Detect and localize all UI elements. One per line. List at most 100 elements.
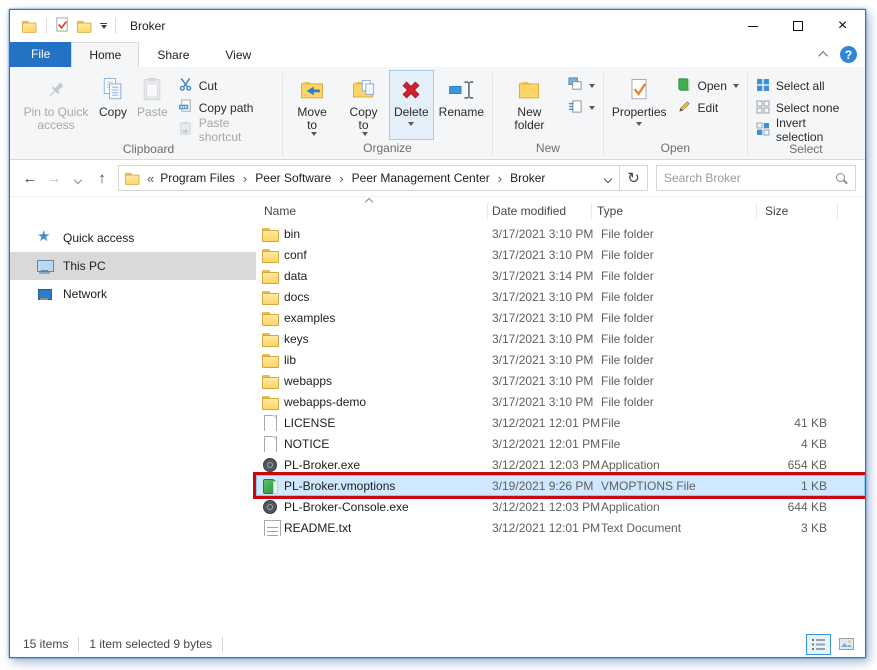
sidebar-item[interactable]: This PC <box>10 252 256 280</box>
recent-locations-dropdown[interactable] <box>66 170 90 187</box>
rename-button[interactable]: Rename <box>434 70 489 140</box>
move-to-button[interactable]: Move to <box>286 70 338 140</box>
breadcrumb-segment[interactable]: Broker <box>508 171 547 185</box>
file-row[interactable]: webapps 3/17/2021 3:10 PM File folder <box>256 370 865 391</box>
qat-properties-icon[interactable] <box>55 17 70 35</box>
file-row[interactable]: conf 3/17/2021 3:10 PM File folder <box>256 244 865 265</box>
file-type-icon <box>262 226 278 242</box>
file-row[interactable]: LICENSE 3/12/2021 12:01 PM File 41 KB <box>256 412 865 433</box>
file-type: VMOPTIONS File <box>592 479 757 493</box>
selection-info: 1 item selected 9 bytes <box>89 637 212 651</box>
column-header-name[interactable]: Name <box>256 203 488 220</box>
minimize-button[interactable] <box>730 10 775 42</box>
file-type: File folder <box>592 311 757 325</box>
collapse-ribbon-icon[interactable] <box>818 51 828 61</box>
new-folder-icon <box>515 73 543 106</box>
open-button[interactable]: Open <box>672 75 744 97</box>
ribbon-tab[interactable]: Share <box>139 42 207 67</box>
file-type-icon <box>262 289 278 305</box>
edit-button[interactable]: Edit <box>672 97 744 119</box>
group-label-open: Open <box>607 140 744 159</box>
file-row[interactable]: examples 3/17/2021 3:10 PM File folder <box>256 307 865 328</box>
copy-path-icon <box>178 99 193 117</box>
titlebar: Broker × <box>10 10 865 42</box>
paste-shortcut-button[interactable]: Paste shortcut <box>173 119 279 141</box>
properties-dropdown-icon <box>636 122 642 126</box>
select-all-button[interactable]: Select all <box>751 75 861 97</box>
file-row[interactable]: bin 3/17/2021 3:10 PM File folder <box>256 223 865 244</box>
file-row[interactable]: lib 3/17/2021 3:10 PM File folder <box>256 349 865 370</box>
breadcrumb-segment[interactable]: Peer Management Center <box>350 171 492 185</box>
forward-button[interactable]: → <box>42 170 66 187</box>
explorer-window: Broker × File HomeShareView ? Pin to Qui <box>9 9 866 658</box>
column-header-size[interactable]: Size <box>757 203 838 220</box>
file-row[interactable]: NOTICE 3/12/2021 12:01 PM File 4 KB <box>256 433 865 454</box>
details-view-button[interactable] <box>806 634 831 655</box>
paste-icon <box>138 73 166 106</box>
ribbon-group-organize: Move to Copy to Delete <box>286 70 489 159</box>
invert-selection-icon <box>756 122 770 139</box>
pin-to-quick-access-button[interactable]: Pin to Quick access <box>18 70 94 141</box>
file-row[interactable]: PL-Broker-Console.exe 3/12/2021 12:03 PM… <box>256 496 865 517</box>
breadcrumb[interactable]: « Program Files›Peer Software›Peer Manag… <box>118 165 620 191</box>
maximize-icon <box>793 21 803 31</box>
back-button[interactable]: ← <box>18 170 42 187</box>
search-input[interactable] <box>664 171 835 185</box>
breadcrumb-segment[interactable]: Peer Software <box>253 171 333 185</box>
address-dropdown-icon[interactable] <box>605 171 611 185</box>
sidebar-item[interactable]: Quick access <box>10 224 256 252</box>
new-folder-button[interactable]: New folder <box>496 70 563 140</box>
file-type: Application <box>592 458 757 472</box>
file-type: Text Document <box>592 521 757 535</box>
easy-access-button[interactable] <box>563 97 600 119</box>
up-button[interactable]: ↑ <box>90 170 114 187</box>
invert-selection-button[interactable]: Invert selection <box>751 119 861 141</box>
properties-button[interactable]: Properties <box>607 70 672 140</box>
column-header-type[interactable]: Type <box>592 203 757 220</box>
file-name: LICENSE <box>284 416 335 430</box>
file-row[interactable]: PL-Broker.vmoptions 3/19/2021 9:26 PM VM… <box>256 475 865 496</box>
file-row[interactable]: README.txt 3/12/2021 12:01 PM Text Docum… <box>256 517 865 538</box>
qat-customize-dropdown[interactable] <box>100 23 107 29</box>
help-icon[interactable]: ? <box>840 46 857 63</box>
file-date-modified: 3/17/2021 3:10 PM <box>488 374 592 388</box>
file-name: PL-Broker-Console.exe <box>284 500 409 514</box>
breadcrumb-overflow[interactable]: « <box>147 171 154 186</box>
new-item-button[interactable] <box>563 75 600 97</box>
select-none-icon <box>756 100 770 117</box>
paste-button[interactable]: Paste <box>132 70 173 141</box>
large-icons-view-button[interactable] <box>834 634 859 655</box>
file-type-icon <box>262 247 278 263</box>
copy-to-button[interactable]: Copy to <box>338 70 389 140</box>
file-type: File <box>592 416 757 430</box>
breadcrumb-segment[interactable]: Program Files <box>158 171 237 185</box>
file-date-modified: 3/12/2021 12:03 PM <box>488 500 592 514</box>
copy-to-icon <box>350 73 378 106</box>
group-label-organize: Organize <box>286 140 489 159</box>
column-header-date[interactable]: Date modified <box>488 203 592 220</box>
file-type-icon <box>262 436 278 452</box>
tab-file[interactable]: File <box>10 42 71 67</box>
ribbon-group-clipboard: Pin to Quick access Copy Paste <box>18 70 279 159</box>
search-icon[interactable] <box>835 172 848 185</box>
copy-button[interactable]: Copy <box>94 70 132 141</box>
delete-button[interactable]: Delete <box>389 70 434 140</box>
file-row[interactable]: keys 3/17/2021 3:10 PM File folder <box>256 328 865 349</box>
maximize-button[interactable] <box>775 10 820 42</box>
qat-new-folder-icon[interactable] <box>77 19 91 33</box>
column-headers: Name Date modified Type Size <box>256 199 865 223</box>
ribbon-tab[interactable]: View <box>207 42 269 67</box>
refresh-button[interactable]: ↻ <box>620 165 648 191</box>
file-row[interactable]: PL-Broker.exe 3/12/2021 12:03 PM Applica… <box>256 454 865 475</box>
properties-icon <box>625 73 653 106</box>
ribbon-tab[interactable]: Home <box>71 42 139 67</box>
sidebar-item[interactable]: Network <box>10 280 256 308</box>
delete-dropdown-icon <box>408 122 414 126</box>
file-row[interactable]: webapps-demo 3/17/2021 3:10 PM File fold… <box>256 391 865 412</box>
cut-button[interactable]: Cut <box>173 75 279 97</box>
file-type: File folder <box>592 332 757 346</box>
file-row[interactable]: docs 3/17/2021 3:10 PM File folder <box>256 286 865 307</box>
file-row[interactable]: data 3/17/2021 3:14 PM File folder <box>256 265 865 286</box>
file-type-icon <box>262 373 278 389</box>
close-button[interactable]: × <box>820 10 865 42</box>
